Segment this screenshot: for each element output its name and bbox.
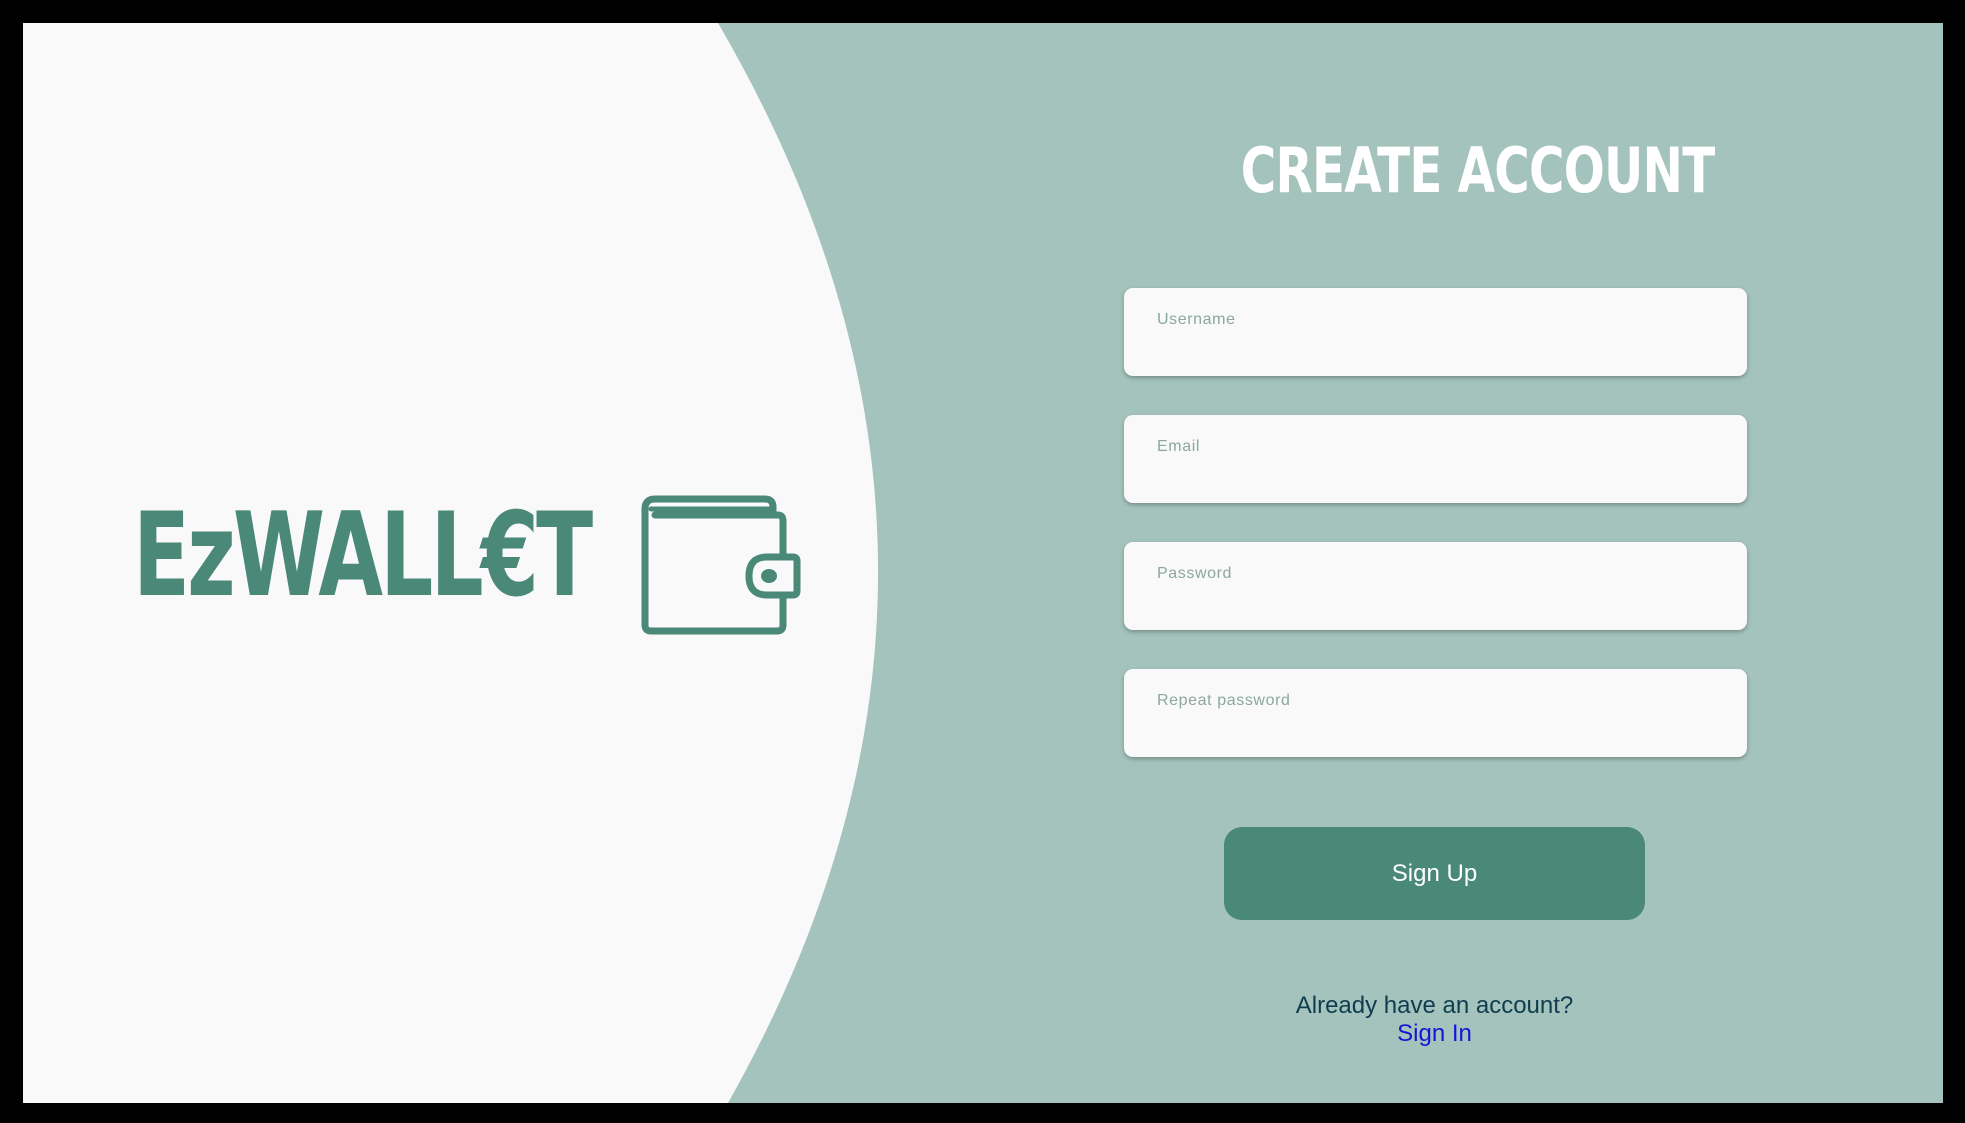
sign-in-link[interactable]: Sign In [1397, 1020, 1472, 1047]
email-label: Email [1157, 438, 1201, 455]
sign-in-container: Sign In [1224, 1020, 1645, 1048]
password-field[interactable]: Password [1124, 542, 1747, 630]
repeat-password-field[interactable]: Repeat password [1124, 669, 1747, 757]
wallet-icon [641, 495, 801, 635]
sign-up-button[interactable]: Sign Up [1224, 827, 1645, 920]
username-field[interactable]: Username [1124, 288, 1747, 376]
email-input[interactable] [1157, 461, 1712, 489]
username-label: Username [1157, 311, 1236, 328]
password-input[interactable] [1157, 588, 1712, 616]
already-have-account-text: Already have an account? [1295, 992, 1574, 1019]
password-label: Password [1157, 565, 1233, 582]
username-input[interactable] [1157, 334, 1712, 362]
brand-logo-text: EzWALL€T [133, 488, 593, 623]
repeat-password-label: Repeat password [1157, 692, 1291, 709]
page-title: CREATE ACCOUNT [1240, 134, 1715, 207]
email-field[interactable]: Email [1124, 415, 1747, 503]
repeat-password-input[interactable] [1157, 715, 1712, 743]
app-frame: EzWALL€T CREATE ACCOUNT Username Email P… [23, 23, 1943, 1103]
